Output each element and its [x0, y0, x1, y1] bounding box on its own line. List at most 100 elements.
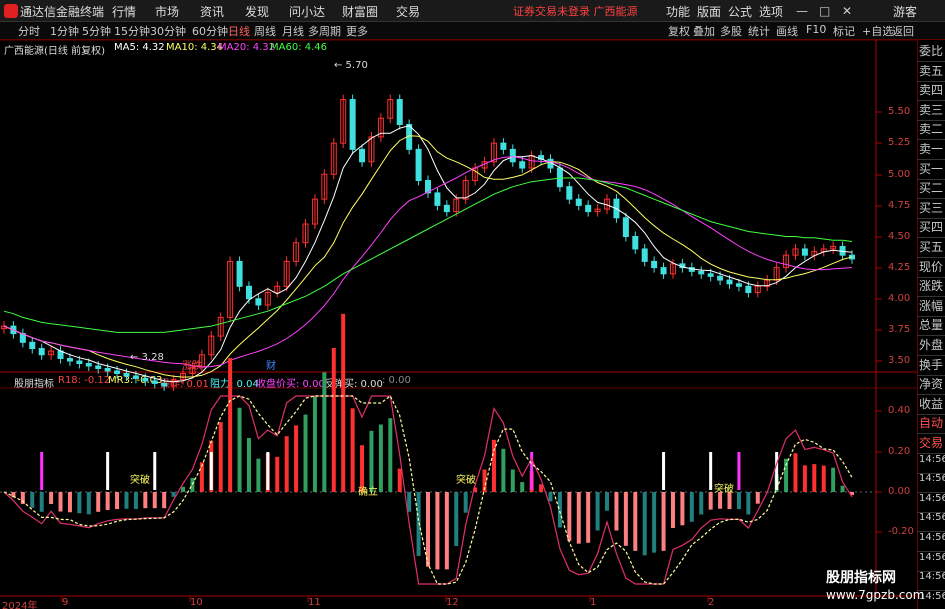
ind-bar: [105, 492, 110, 510]
sidebar-item-6[interactable]: 买一: [917, 160, 945, 180]
candle: [820, 243, 827, 257]
sidebar-item-26[interactable]: 14:56: [917, 552, 945, 572]
price-tick-3: 4.75: [888, 200, 911, 211]
sidebar-item-0[interactable]: 委比: [917, 42, 945, 62]
candle: [622, 212, 629, 242]
sidebar-item-7[interactable]: 买二: [917, 179, 945, 200]
ind-bar: [152, 492, 157, 509]
candle: [651, 256, 658, 273]
candle: [1, 321, 7, 334]
candle: [660, 262, 667, 279]
sidebar-item-8[interactable]: 买三: [917, 199, 945, 219]
candle: [641, 243, 648, 267]
candle: [490, 138, 497, 167]
candle: [330, 138, 337, 180]
ind-bar: [831, 467, 836, 492]
ind-bar: [623, 492, 628, 546]
ind-bar: [369, 430, 374, 492]
candle: [632, 231, 639, 254]
candle: [811, 246, 818, 261]
candle: [227, 256, 234, 323]
sidebar-item-18[interactable]: 收益: [917, 395, 945, 415]
sidebar-item-15[interactable]: 外盘: [917, 336, 945, 356]
candle: [764, 275, 771, 292]
sidebar-item-21[interactable]: 14:56: [917, 454, 945, 474]
candle: [57, 346, 64, 364]
price-tick-8: 3.50: [888, 355, 911, 366]
candle: [349, 94, 356, 155]
kline-chart[interactable]: ← 5.70← 3.28涨跌 财突破确立突破突破: [0, 0, 945, 609]
sidebar-item-24[interactable]: 14:56: [917, 512, 945, 533]
ind-bar: [642, 492, 647, 556]
sidebar-item-22[interactable]: 14:56: [917, 473, 945, 494]
candle: [566, 181, 573, 205]
candle: [359, 144, 366, 167]
sidebar-item-25[interactable]: 14:56: [917, 532, 945, 552]
sidebar-item-2[interactable]: 卖四: [917, 81, 945, 102]
candle: [396, 94, 403, 130]
sidebar-item-12[interactable]: 涨跌: [917, 277, 945, 298]
candle: [377, 113, 384, 142]
ind-bar: [162, 492, 167, 509]
ind-bar: [124, 492, 129, 509]
x-tick-6: 2: [708, 597, 715, 608]
watermark-title: 股朋指标网: [826, 570, 896, 586]
price-tick-5: 4.25: [888, 262, 911, 273]
ind-bar: [454, 492, 459, 546]
ma10-line: [3, 135, 853, 378]
sidebar-item-10[interactable]: 买五: [917, 238, 945, 258]
sidebar-item-13[interactable]: 涨幅: [917, 297, 945, 317]
sidebar-item-17[interactable]: 净资: [917, 375, 945, 396]
price-tick-7: 3.75: [888, 324, 911, 335]
ind-bar: [228, 358, 233, 492]
candle: [698, 266, 705, 279]
candle: [830, 241, 837, 254]
price-tick-6: 4.00: [888, 293, 911, 304]
candle: [594, 204, 601, 217]
ind-bar: [840, 485, 845, 492]
ind-bar: [501, 448, 506, 492]
price-tick-4: 4.50: [888, 231, 911, 242]
ind-bar: [708, 492, 713, 510]
ind-bar: [350, 408, 355, 492]
ind-bar: [633, 492, 638, 551]
ind-bar: [463, 492, 468, 513]
candle: [274, 281, 281, 298]
signal-label-3: 突破: [714, 482, 734, 495]
candle: [472, 163, 479, 186]
sidebar-item-3[interactable]: 卖三: [917, 101, 945, 121]
x-tick-0: 2024年: [2, 601, 38, 609]
ind-bar: [680, 492, 685, 526]
sidebar-item-23[interactable]: 14:56: [917, 493, 945, 513]
sidebar-item-16[interactable]: 换手: [917, 356, 945, 376]
sidebar-item-9[interactable]: 买四: [917, 218, 945, 239]
ind-bar: [312, 395, 317, 492]
ind-bar: [39, 492, 44, 512]
candle: [48, 346, 55, 360]
candle: [321, 169, 328, 205]
ind-bar: [614, 492, 619, 531]
sidebar-item-14[interactable]: 总量: [917, 316, 945, 337]
candle: [754, 281, 761, 298]
ind-bar: [755, 492, 760, 504]
ind-bar: [133, 492, 138, 509]
ind-bar: [331, 348, 336, 492]
sidebar-item-19[interactable]: 自动: [917, 414, 945, 435]
candle: [217, 312, 224, 342]
ind-bar: [115, 492, 120, 510]
ind-bar: [595, 492, 600, 531]
ind-bar: [181, 486, 186, 492]
event-tag-2: 财: [266, 359, 276, 372]
sidebar-item-5[interactable]: 卖一: [917, 140, 945, 160]
sidebar-item-20[interactable]: 交易: [917, 434, 945, 454]
candle: [783, 250, 790, 273]
candle: [387, 94, 394, 124]
x-tick-5: 1: [590, 597, 597, 608]
low-marker: ← 3.28: [130, 352, 164, 363]
sidebar-item-4[interactable]: 卖二: [917, 120, 945, 141]
sidebar-item-11[interactable]: 现价: [917, 258, 945, 278]
event-tag-1: 涨跌: [182, 359, 202, 372]
ind-bar: [341, 313, 346, 492]
candles: [1, 94, 855, 391]
sidebar-item-1[interactable]: 卖五: [917, 62, 945, 82]
